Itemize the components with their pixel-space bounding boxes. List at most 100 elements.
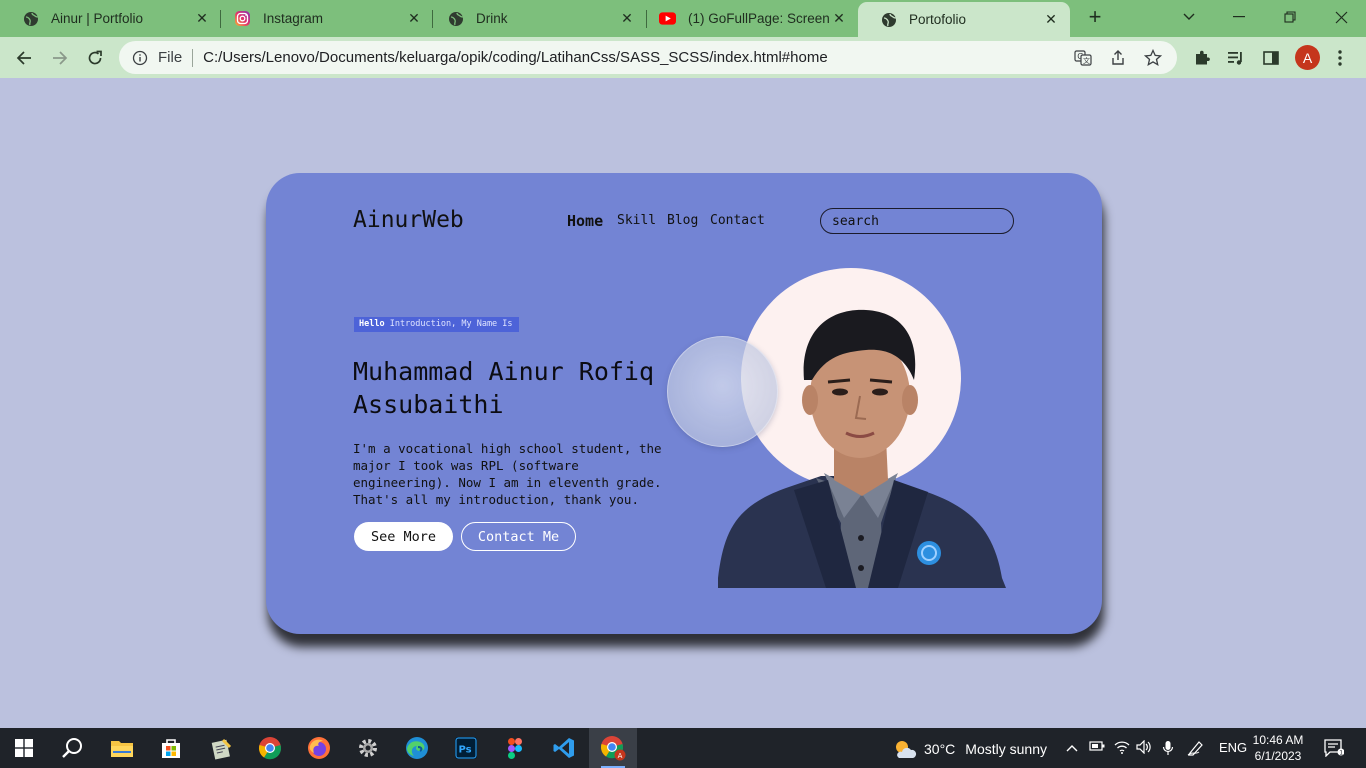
- tab-instagram[interactable]: Instagram ✕: [212, 0, 433, 37]
- restore-icon: [1284, 11, 1296, 23]
- translate-icon[interactable]: G文: [1072, 47, 1094, 69]
- close-tab-icon[interactable]: ✕: [1042, 11, 1060, 28]
- weather-widget[interactable]: 30°C Mostly sunny: [893, 738, 1047, 760]
- forward-button[interactable]: [47, 45, 73, 71]
- close-window-button[interactable]: [1317, 0, 1365, 34]
- puzzle-icon: [1196, 50, 1210, 65]
- globe-icon: [22, 10, 39, 27]
- tab-ainur-portfolio[interactable]: Ainur | Portfolio ✕: [0, 0, 221, 37]
- photoshop-button[interactable]: Ps: [453, 735, 479, 761]
- battery-icon: [1089, 741, 1105, 751]
- tab-drink[interactable]: Drink ✕: [425, 0, 646, 37]
- store-icon: [162, 739, 180, 758]
- hero-intro: I'm a vocational high school student, th…: [353, 441, 662, 507]
- address-bar[interactable]: File C:/Users/Lenovo/Documents/keluarga/…: [119, 41, 1177, 74]
- nav-skill[interactable]: Skill: [617, 213, 656, 228]
- edge-button[interactable]: [404, 735, 430, 761]
- firefox-icon: [308, 737, 330, 759]
- chrome-profile-button[interactable]: A: [600, 735, 626, 761]
- new-tab-button[interactable]: +: [1083, 6, 1107, 30]
- svg-text:Ps: Ps: [459, 745, 472, 756]
- chrome-icon: A: [600, 736, 626, 761]
- close-tab-icon[interactable]: ✕: [405, 10, 423, 27]
- notification-icon: 1: [1324, 739, 1345, 758]
- notifications-button[interactable]: 1: [1324, 739, 1345, 760]
- vscode-button[interactable]: [551, 735, 577, 761]
- partly-sunny-icon: [896, 741, 917, 758]
- profile-avatar[interactable]: A: [1295, 45, 1320, 70]
- microphone-icon: [1162, 741, 1174, 755]
- search-input[interactable]: [820, 208, 1014, 234]
- bookmark-star-icon[interactable]: [1142, 47, 1164, 69]
- tab-title: Drink: [476, 11, 508, 26]
- tab-search-button[interactable]: [1165, 0, 1213, 34]
- tab-strip: Ainur | Portfolio ✕ Instagram ✕ Drink ✕ …: [0, 0, 1366, 37]
- site-logo[interactable]: AinurWeb: [353, 207, 464, 233]
- menu-button[interactable]: [1327, 45, 1353, 71]
- speaker-icon: [1136, 739, 1151, 755]
- url-scheme: File: [158, 49, 183, 66]
- contact-me-button[interactable]: Contact Me: [461, 522, 576, 551]
- battery-tray[interactable]: [1089, 740, 1105, 755]
- file-explorer-button[interactable]: [109, 735, 135, 761]
- reload-button[interactable]: [82, 45, 108, 71]
- tab-title: Instagram: [263, 11, 324, 26]
- chrome-button[interactable]: [257, 735, 283, 761]
- pen-tray[interactable]: [1187, 740, 1205, 759]
- back-button[interactable]: [11, 45, 37, 71]
- network-tray[interactable]: [1114, 740, 1130, 757]
- browser-toolbar: File C:/Users/Lenovo/Documents/keluarga/…: [0, 37, 1366, 78]
- start-button[interactable]: [11, 735, 37, 761]
- playlist-icon: [1228, 52, 1242, 65]
- edge-icon: [406, 737, 428, 759]
- tab-title: Portofolio: [909, 12, 967, 27]
- extensions-button[interactable]: [1189, 45, 1215, 71]
- globe-icon: [447, 10, 464, 27]
- instagram-icon: [234, 10, 251, 27]
- taskbar-search-button[interactable]: [59, 735, 85, 761]
- close-tab-icon[interactable]: ✕: [830, 10, 848, 27]
- decorative-bubble: [667, 336, 778, 447]
- volume-tray[interactable]: [1136, 739, 1152, 757]
- see-more-button[interactable]: See More: [354, 522, 453, 551]
- share-icon[interactable]: [1107, 47, 1129, 69]
- close-tab-icon[interactable]: ✕: [193, 10, 211, 27]
- nav-blog[interactable]: Blog: [667, 213, 698, 228]
- hero-name: Muhammad Ainur Rofiq Assubaithi: [353, 357, 655, 419]
- arrow-right-icon: [53, 51, 68, 65]
- chrome-icon: [258, 737, 282, 760]
- tab-portofolio[interactable]: Portofolio ✕: [858, 2, 1070, 37]
- side-panel-button[interactable]: [1258, 45, 1284, 71]
- info-icon[interactable]: [131, 49, 149, 67]
- firefox-button[interactable]: [306, 735, 332, 761]
- chevron-down-icon: [1183, 13, 1195, 20]
- tab-gofullpage[interactable]: (1) GoFullPage: Screensh ✕: [637, 0, 858, 37]
- media-control-button[interactable]: [1223, 45, 1249, 71]
- svg-text:1: 1: [1339, 750, 1343, 757]
- nav-home[interactable]: Home: [567, 212, 603, 230]
- settings-button[interactable]: [355, 735, 381, 761]
- language-indicator[interactable]: ENG: [1219, 740, 1247, 755]
- nav-contact[interactable]: Contact: [710, 213, 765, 228]
- youtube-icon: [659, 10, 676, 27]
- globe-icon: [880, 11, 897, 28]
- restore-button[interactable]: [1266, 0, 1314, 34]
- url-text[interactable]: C:/Users/Lenovo/Documents/keluarga/opik/…: [203, 49, 1072, 66]
- folder-icon: [111, 741, 133, 757]
- system-clock[interactable]: 10:46 AM 6/1/2023: [1250, 732, 1306, 764]
- divider: [192, 48, 194, 67]
- microsoft-store-button[interactable]: [158, 735, 184, 761]
- notepad-button[interactable]: [208, 735, 234, 761]
- minimize-button[interactable]: [1215, 0, 1263, 34]
- clock-date: 6/1/2023: [1254, 749, 1302, 763]
- show-hidden-icons-button[interactable]: [1066, 740, 1078, 755]
- figma-button[interactable]: [502, 735, 528, 761]
- chevron-up-icon: [1066, 745, 1078, 752]
- notepad-icon: [211, 738, 232, 760]
- photoshop-icon: Ps: [455, 737, 477, 759]
- close-tab-icon[interactable]: ✕: [618, 10, 636, 27]
- gear-icon: [359, 739, 377, 757]
- microphone-tray[interactable]: [1162, 740, 1174, 759]
- side-panel-icon: [1263, 51, 1279, 65]
- search-icon: [62, 738, 82, 758]
